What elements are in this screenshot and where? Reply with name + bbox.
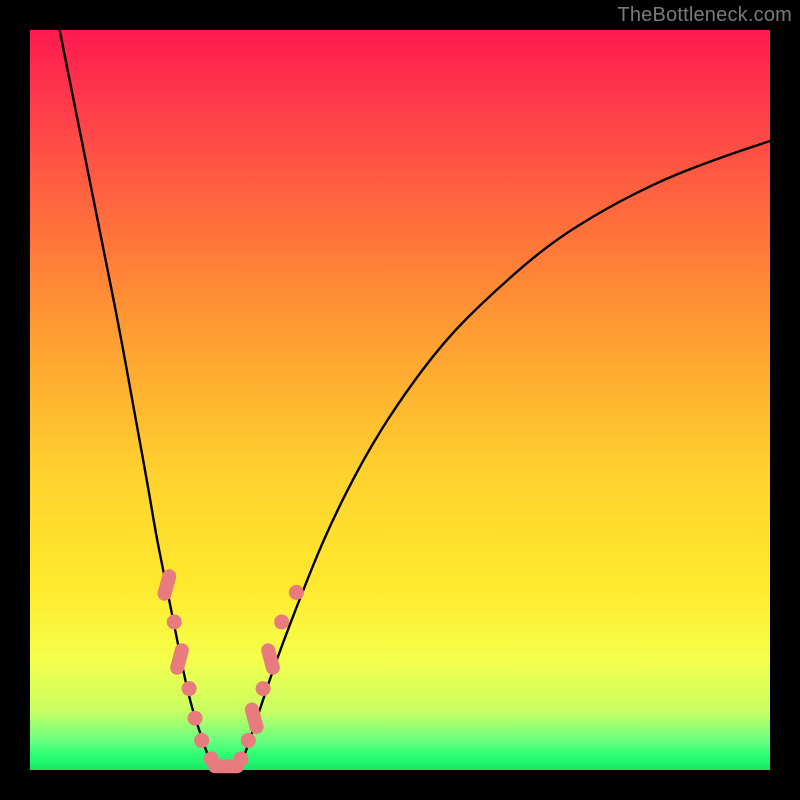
chart-svg (30, 30, 770, 770)
marker-dot (234, 752, 248, 766)
chart-plot-area (30, 30, 770, 770)
data-markers (156, 568, 303, 774)
curve-right-branch (237, 141, 770, 770)
marker-capsule (156, 568, 178, 603)
watermark-text: TheBottleneck.com (617, 4, 792, 27)
marker-dot (195, 733, 209, 747)
marker-dot (289, 585, 303, 599)
marker-dot (167, 615, 181, 629)
marker-dot (182, 682, 196, 696)
marker-dot (275, 615, 289, 629)
curve-left-branch (60, 30, 215, 770)
marker-capsule (169, 642, 191, 677)
marker-dot (188, 711, 202, 725)
marker-dot (241, 733, 255, 747)
marker-dot (256, 682, 270, 696)
